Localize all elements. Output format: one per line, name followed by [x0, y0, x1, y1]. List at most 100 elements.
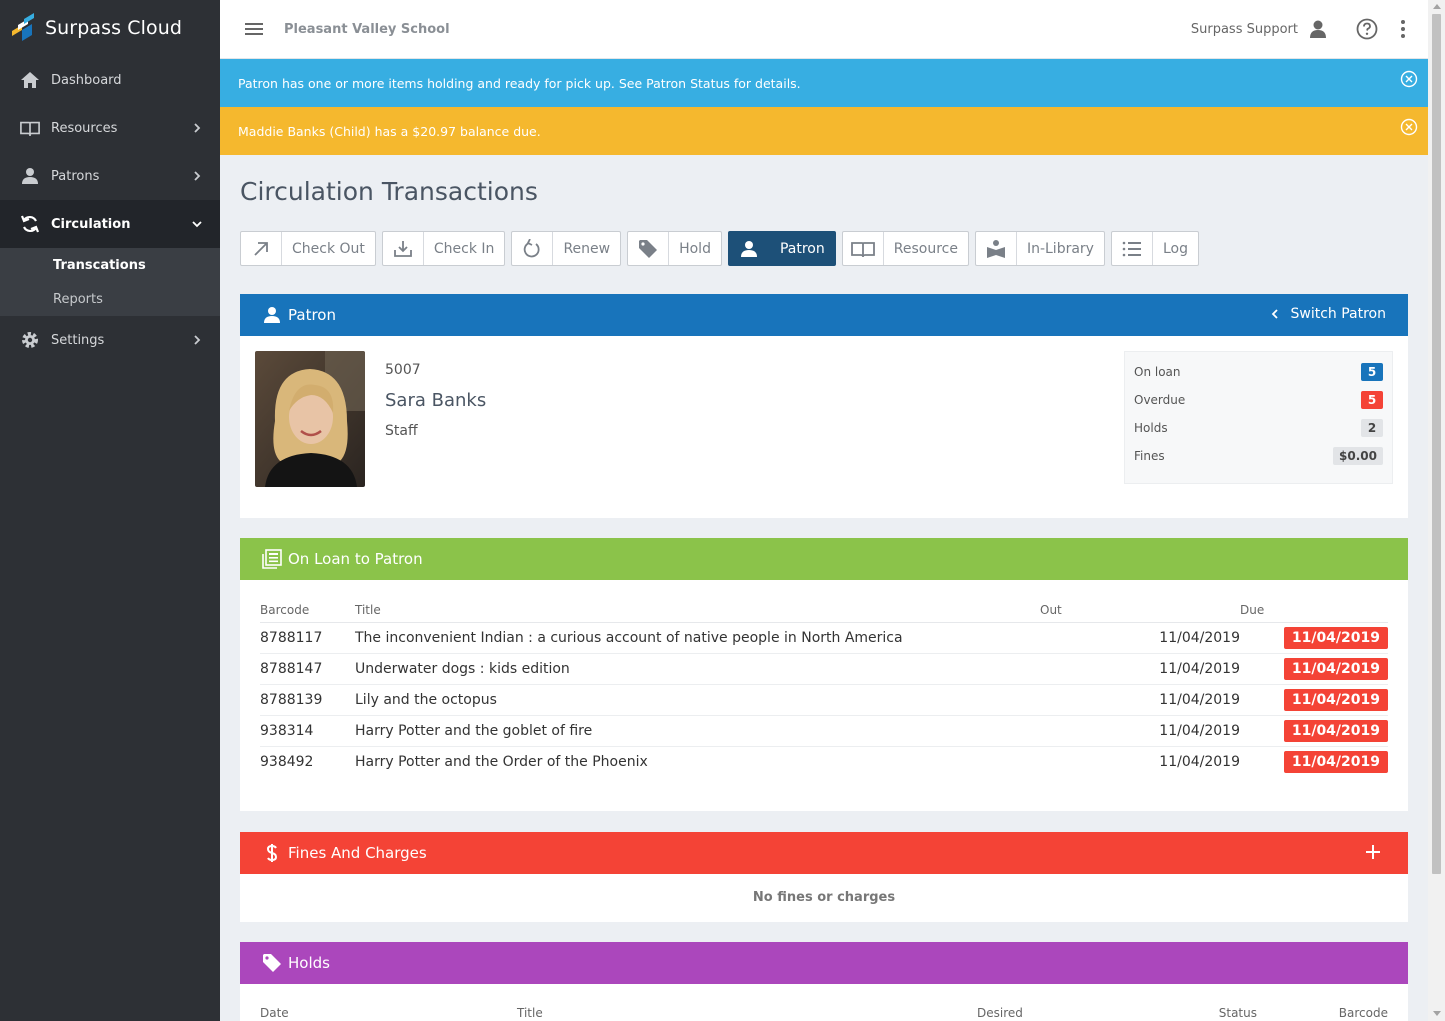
close-icon[interactable]	[1400, 70, 1418, 88]
hold-button[interactable]: Hold	[627, 231, 722, 266]
person-icon	[729, 232, 770, 265]
transaction-toolbar: Check Out Check In Renew Hold Patron Res…	[240, 231, 1428, 266]
user-name[interactable]: Surpass Support	[1191, 22, 1298, 37]
stat-on-loan: On loan 5	[1134, 358, 1383, 386]
check-out-button[interactable]: Check Out	[240, 231, 376, 266]
stat-badge: $0.00	[1333, 447, 1383, 465]
cell-barcode: 938314	[260, 715, 355, 747]
sidebar-subitem-transactions[interactable]: Transcations	[0, 248, 220, 282]
sidebar-item-label: Dashboard	[51, 72, 122, 88]
loans-table: Barcode Title Out Due 8788117 The inconv…	[260, 598, 1388, 777]
plus-icon[interactable]	[1364, 843, 1382, 861]
cell-out: 11/04/2019	[1040, 653, 1240, 685]
patron-label: Patron	[779, 240, 825, 257]
table-row[interactable]: 8788139 Lily and the octopus 11/04/2019 …	[260, 684, 1388, 716]
cell-barcode: 8788147	[260, 653, 355, 685]
cell-out: 11/04/2019	[1040, 715, 1240, 747]
scroll-thumb[interactable]	[1432, 14, 1441, 874]
holds-panel-header: Holds	[240, 942, 1408, 984]
col-due[interactable]: Due	[1240, 598, 1388, 623]
close-icon[interactable]	[1400, 118, 1418, 136]
scroll-up-arrow[interactable]	[1433, 4, 1441, 9]
page-scrollbar[interactable]	[1428, 0, 1445, 1021]
table-row[interactable]: 8788117 The inconvenient Indian : a curi…	[260, 622, 1388, 654]
cell-out: 11/04/2019	[1159, 753, 1240, 770]
stat-fines: Fines $0.00	[1134, 442, 1383, 470]
col-title[interactable]: Title	[355, 598, 1040, 623]
surpass-logo-icon	[12, 13, 34, 41]
stat-label: Fines	[1134, 449, 1165, 463]
col-title[interactable]: Title	[517, 1006, 977, 1020]
loans-panel: On Loan to Patron Barcode Title Out Due …	[240, 538, 1408, 811]
topbar: Pleasant Valley School Surpass Support	[220, 0, 1428, 59]
renew-button[interactable]: Renew	[511, 231, 622, 266]
table-row[interactable]: 938314 Harry Potter and the goblet of fi…	[260, 715, 1388, 747]
col-out[interactable]: Out	[1040, 598, 1240, 623]
check-out-label: Check Out	[292, 240, 365, 257]
switch-patron-button[interactable]: Switch Patron	[1268, 306, 1386, 322]
sidebar-item-dashboard[interactable]: Dashboard	[0, 56, 220, 104]
sidebar-item-label: Settings	[51, 332, 105, 348]
sidebar-item-circulation[interactable]: Circulation	[0, 200, 220, 248]
cell-title: Harry Potter and the Order of the Phoeni…	[355, 753, 648, 770]
col-barcode[interactable]: Barcode	[260, 598, 355, 623]
home-icon	[20, 70, 40, 90]
arrow-up-right-icon	[241, 232, 282, 265]
table-row[interactable]: 938492 Harry Potter and the Order of the…	[260, 746, 1388, 777]
sync-icon	[20, 214, 40, 234]
list-icon	[1112, 232, 1153, 265]
renew-icon	[512, 232, 554, 265]
more-vert-icon[interactable]	[1400, 19, 1406, 39]
check-in-button[interactable]: Check In	[381, 231, 506, 266]
resource-button[interactable]: Resource	[841, 231, 969, 266]
hamburger-menu-icon[interactable]	[244, 21, 264, 37]
patron-type: Staff	[385, 423, 418, 439]
in-library-button[interactable]: In-Library	[974, 231, 1105, 266]
sidebar-item-label: Patrons	[51, 168, 100, 184]
brand-name: Surpass Cloud	[45, 17, 183, 39]
book-icon	[843, 232, 884, 265]
tag-icon	[262, 953, 282, 973]
sidebar-item-patrons[interactable]: Patrons	[0, 152, 220, 200]
stat-badge: 2	[1361, 419, 1383, 437]
chevron-right-icon	[194, 171, 201, 181]
loans-panel-header: On Loan to Patron	[240, 538, 1408, 580]
circulation-subnav: Transcations Reports	[0, 248, 220, 316]
cell-due: 11/04/2019	[1240, 684, 1388, 716]
stat-label: Holds	[1134, 421, 1168, 435]
dollar-icon	[262, 843, 282, 863]
overdue-badge: 11/04/2019	[1283, 719, 1388, 742]
cell-due: 11/04/2019	[1240, 653, 1388, 685]
patron-button[interactable]: Patron	[727, 231, 836, 266]
alert-info-text: Patron has one or more items holding and…	[238, 75, 801, 91]
patron-panel-title: Patron	[288, 306, 336, 324]
col-desired[interactable]: Desired	[977, 1006, 1127, 1020]
patron-panel: Patron Switch Patron 5007 Sara Banks Sta…	[240, 294, 1408, 518]
log-button[interactable]: Log	[1110, 231, 1199, 266]
col-date[interactable]: Date	[260, 1006, 517, 1020]
scroll-down-arrow[interactable]	[1433, 1011, 1441, 1016]
chevron-left-icon	[1272, 309, 1279, 319]
alert-warning-text: Maddie Banks (Child) has a $20.97 balanc…	[238, 123, 541, 139]
user-icon[interactable]	[1308, 19, 1328, 39]
sidebar-subitem-reports[interactable]: Reports	[0, 282, 220, 316]
reading-icon	[976, 232, 1017, 265]
sidebar: Surpass Cloud Dashboard Resources Patron…	[0, 0, 220, 1021]
renew-label: Renew	[563, 240, 611, 257]
stat-label: On loan	[1134, 365, 1181, 379]
overdue-badge: 11/04/2019	[1283, 750, 1388, 773]
table-row[interactable]: 8788147 Underwater dogs : kids edition 1…	[260, 653, 1388, 685]
newspaper-icon	[262, 549, 282, 569]
sidebar-item-settings[interactable]: Settings	[0, 316, 220, 364]
gear-icon	[20, 330, 40, 350]
overdue-badge: 11/04/2019	[1283, 657, 1388, 680]
col-barcode[interactable]: Barcode	[1257, 1006, 1388, 1020]
hold-label: Hold	[679, 240, 711, 257]
fines-panel-title: Fines And Charges	[288, 844, 427, 862]
sidebar-item-resources[interactable]: Resources	[0, 104, 220, 152]
brand[interactable]: Surpass Cloud	[0, 0, 220, 56]
help-icon[interactable]	[1356, 18, 1378, 40]
sidebar-item-label: Resources	[51, 120, 118, 136]
patron-panel-header: Patron Switch Patron	[240, 294, 1408, 336]
col-status[interactable]: Status	[1127, 1006, 1257, 1020]
